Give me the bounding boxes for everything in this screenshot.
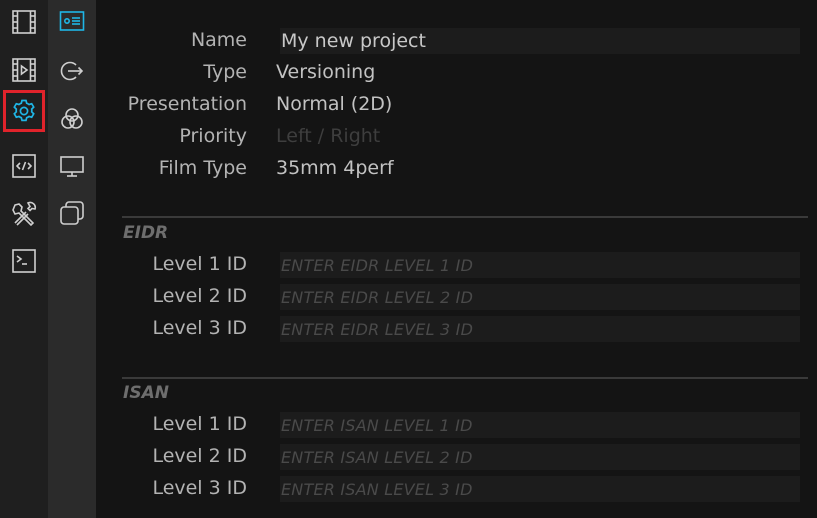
info-card-icon[interactable] — [56, 5, 88, 37]
primary-sidebar — [0, 0, 48, 518]
code-icon[interactable] — [8, 150, 40, 182]
eidr-level1-input[interactable] — [280, 252, 800, 278]
isan-section-title: ISAN — [123, 383, 169, 403]
isan-level3-input[interactable] — [280, 476, 800, 502]
isan-level1-input[interactable] — [280, 412, 800, 438]
eidr-level2-label: Level 2 ID — [152, 285, 247, 307]
priority-select: Left / Right — [276, 125, 381, 147]
eidr-level1-row: Level 1 ID — [96, 248, 817, 280]
presentation-label: Presentation — [127, 93, 247, 115]
presentation-row: Presentation Normal (2D) — [96, 88, 817, 120]
color-circles-icon[interactable] — [56, 103, 88, 135]
eidr-level3-row: Level 3 ID — [96, 312, 817, 344]
eidr-level2-row: Level 2 ID — [96, 280, 817, 312]
isan-level2-row: Level 2 ID — [96, 440, 817, 472]
terminal-icon[interactable] — [8, 245, 40, 277]
type-label: Type — [203, 61, 247, 83]
film-type-select[interactable]: 35mm 4perf — [276, 152, 394, 184]
export-icon[interactable] — [56, 55, 88, 87]
project-settings-panel: Name Type Versioning Presentation Normal… — [96, 0, 817, 518]
eidr-level1-label: Level 1 ID — [152, 253, 247, 275]
isan-level2-input[interactable] — [280, 444, 800, 470]
film-type-label: Film Type — [158, 157, 247, 179]
eidr-section-title: EIDR — [123, 223, 169, 243]
presentation-select[interactable]: Normal (2D) — [276, 88, 392, 120]
isan-level1-row: Level 1 ID — [96, 408, 817, 440]
eidr-level2-input[interactable] — [280, 284, 800, 310]
isan-level3-row: Level 3 ID — [96, 472, 817, 504]
filmstrip-icon[interactable] — [8, 6, 40, 38]
type-select[interactable]: Versioning — [276, 56, 375, 88]
eidr-level3-label: Level 3 ID — [152, 317, 247, 339]
isan-divider — [122, 377, 808, 379]
name-row: Name — [96, 24, 817, 56]
isan-level1-label: Level 1 ID — [152, 413, 247, 435]
film-play-icon[interactable] — [8, 54, 40, 86]
type-row: Type Versioning — [96, 56, 817, 88]
eidr-divider — [122, 216, 808, 218]
monitor-icon[interactable] — [56, 150, 88, 182]
gear-icon[interactable] — [3, 90, 45, 132]
name-input[interactable] — [280, 28, 800, 54]
isan-level3-label: Level 3 ID — [152, 477, 247, 499]
priority-label: Priority — [179, 125, 247, 147]
tools-icon[interactable] — [8, 198, 40, 230]
isan-level2-label: Level 2 ID — [152, 445, 247, 467]
name-label: Name — [190, 29, 247, 51]
layers-icon[interactable] — [56, 197, 88, 229]
film-type-row: Film Type 35mm 4perf — [96, 152, 817, 184]
eidr-level3-input[interactable] — [280, 316, 800, 342]
priority-row: Priority Left / Right — [96, 120, 817, 152]
secondary-sidebar — [48, 0, 96, 518]
